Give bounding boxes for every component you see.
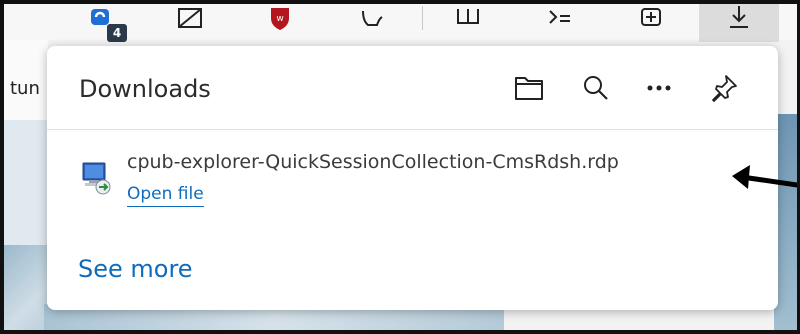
- search-icon: [584, 76, 608, 100]
- collections-icon[interactable]: [632, 4, 668, 34]
- svg-text:w: w: [276, 14, 283, 24]
- page-strip: [4, 120, 48, 260]
- screenshot-icon[interactable]: [172, 4, 208, 34]
- pin-icon: [712, 75, 737, 102]
- annotation-arrow-icon: [732, 165, 797, 189]
- download-filename: cpub-explorer-QuickSessionCollection-Cms…: [127, 151, 619, 173]
- puzzle-icon[interactable]: [354, 4, 390, 34]
- screen: 4 w tun Downloads cpub-explorer-QuickSes…: [0, 0, 800, 334]
- downloads-icon: [721, 4, 757, 34]
- search-downloads-button[interactable]: [578, 70, 614, 106]
- extension-count-badge: 4: [107, 24, 127, 42]
- folder-icon: [515, 77, 543, 100]
- page-cut-text: tun: [10, 78, 40, 99]
- see-more-link[interactable]: See more: [78, 255, 193, 283]
- more-options-button[interactable]: [641, 70, 677, 106]
- favorites-icon[interactable]: [542, 4, 578, 34]
- rdp-file-icon: [77, 160, 113, 196]
- page-image: [4, 245, 48, 330]
- downloads-panel: Downloads cpub-explorer-QuickSessionColl…: [47, 46, 778, 310]
- pin-button[interactable]: [706, 70, 742, 106]
- open-folder-button[interactable]: [511, 70, 547, 106]
- open-file-link[interactable]: Open file: [127, 184, 204, 207]
- background-page: tun: [4, 40, 48, 330]
- toolbar-separator: [422, 6, 423, 30]
- more-icon: [647, 85, 671, 91]
- downloads-button[interactable]: [699, 4, 779, 42]
- split-screen-icon[interactable]: [450, 4, 486, 34]
- downloads-title: Downloads: [79, 75, 211, 103]
- shield-extension-icon[interactable]: w: [262, 4, 298, 34]
- download-item[interactable]: cpub-explorer-QuickSessionCollection-Cms…: [77, 146, 757, 216]
- browser-toolbar: 4 w: [4, 4, 797, 42]
- header-divider: [47, 129, 778, 130]
- downloads-header: Downloads: [47, 46, 778, 130]
